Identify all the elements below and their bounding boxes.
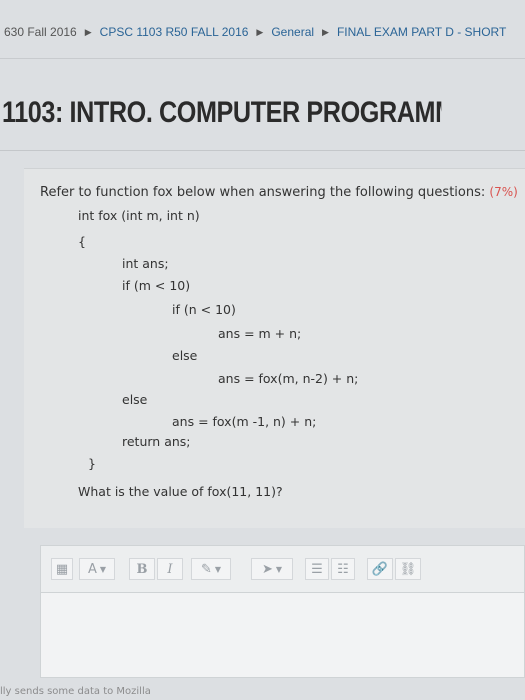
breadcrumb: 630 Fall 2016 ▶ CPSC 1103 R50 FALL 2016 … <box>0 18 525 46</box>
breadcrumb-item-exam[interactable]: FINAL EXAM PART D - SHORT <box>337 25 506 39</box>
text-color-icon: ✎ <box>200 561 212 577</box>
numbered-list-button[interactable]: ☷ <box>331 558 355 580</box>
text-color-button[interactable]: ✎ ▼ <box>191 558 231 580</box>
italic-button[interactable]: I <box>157 558 183 580</box>
prompt-text: Refer to function fox below when answeri… <box>40 185 486 200</box>
footer-notice: lly sends some data to Mozilla <box>0 686 151 697</box>
code-line: { <box>78 234 86 249</box>
paragraph-style-button[interactable]: A ▼ <box>79 558 115 580</box>
header-divider <box>0 58 525 59</box>
page-title: 1103: INTRO. COMPUTER PROGRAMMING <box>2 96 441 129</box>
paragraph-style-label: A <box>87 561 97 577</box>
breadcrumb-item-section[interactable]: General <box>271 25 314 39</box>
breadcrumb-item-course[interactable]: CPSC 1103 R50 FALL 2016 <box>100 25 249 39</box>
link-button[interactable]: 🔗 <box>367 558 393 580</box>
question-text: What is the value of fox(11, 11)? <box>78 484 283 499</box>
chevron-down-icon: ▼ <box>99 564 107 574</box>
question-prompt: Refer to function fox below when answeri… <box>40 185 525 200</box>
code-line: ans = fox(m, n-2) + n; <box>218 371 359 386</box>
code-line: ans = fox(m -1, n) + n; <box>172 414 317 429</box>
chevron-down-icon: ▼ <box>275 564 283 574</box>
breadcrumb-separator-icon: ▶ <box>256 26 264 37</box>
code-line: int ans; <box>122 256 169 271</box>
code-line: int fox (int m, int n) <box>78 208 200 223</box>
code-line: if (n < 10) <box>172 302 236 317</box>
code-line: ans = m + n; <box>218 326 302 341</box>
media-icon: ➤ <box>261 561 273 577</box>
bullet-list-button[interactable]: ☰ <box>305 558 329 580</box>
unlink-button[interactable]: ⛓ <box>395 558 421 580</box>
title-divider <box>0 150 525 151</box>
code-line: if (m < 10) <box>122 278 191 293</box>
code-line: } <box>88 456 96 471</box>
code-line: else <box>122 392 148 407</box>
chevron-down-icon: ▼ <box>214 564 222 574</box>
answer-textarea[interactable] <box>40 593 525 678</box>
editor-toolbar: ▦ A ▼ B I ✎ ▼ ➤ ▼ ☰ ☷ 🔗 ⛓ <box>40 545 525 593</box>
code-line: else <box>172 348 198 363</box>
insert-media-button[interactable]: ➤ ▼ <box>251 558 293 580</box>
breadcrumb-separator-icon: ▶ <box>322 26 329 37</box>
bold-button[interactable]: B <box>129 558 155 580</box>
marks-badge: (7%) <box>489 185 518 199</box>
breadcrumb-separator-icon: ▶ <box>84 26 92 37</box>
toolbar-toggle-icon[interactable]: ▦ <box>51 558 73 580</box>
breadcrumb-item-course-code[interactable]: 630 Fall 2016 <box>4 25 77 39</box>
code-line: return ans; <box>122 434 191 449</box>
